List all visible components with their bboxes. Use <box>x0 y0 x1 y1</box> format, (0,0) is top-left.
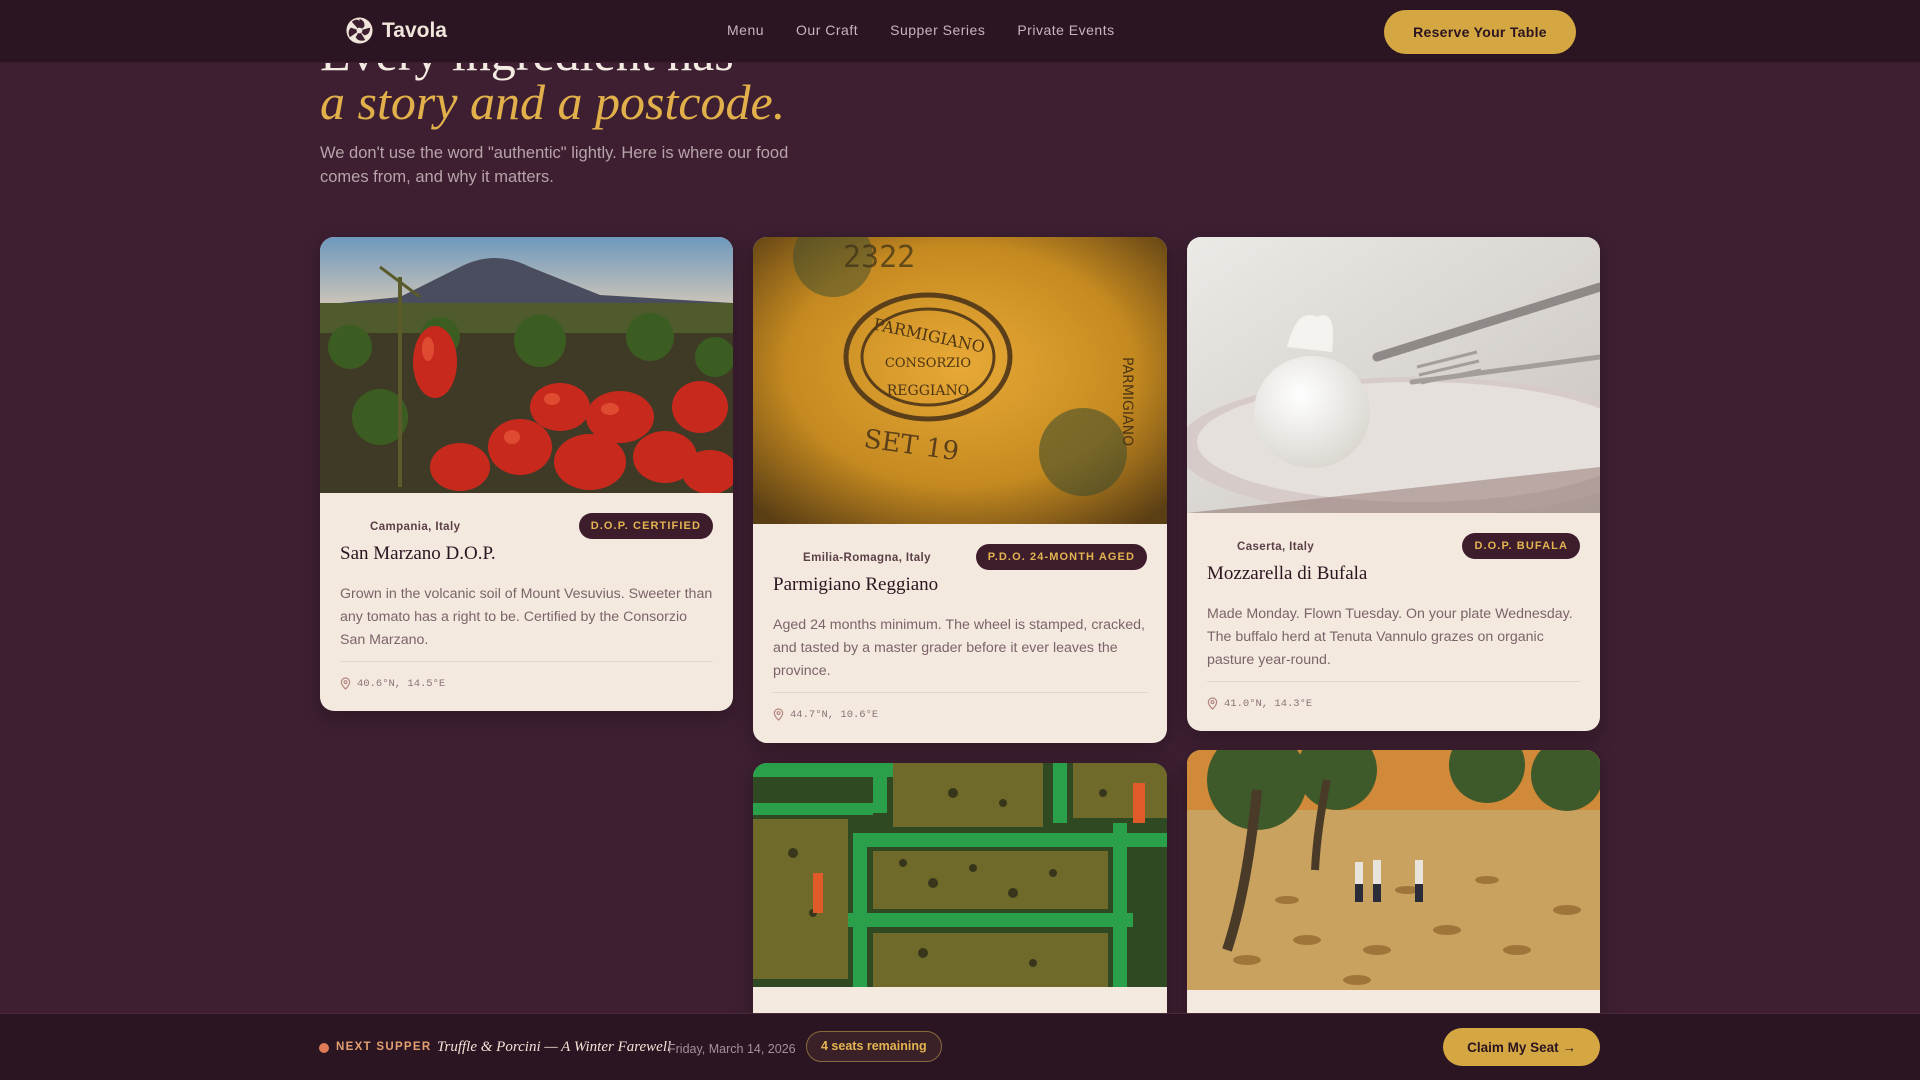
next-supper-title: Truffle & Porcini — A Winter Farewell <box>437 1039 672 1055</box>
nav-link-menu[interactable]: Menu <box>727 22 764 38</box>
card-coordinates: 41.0°N, 14.3°E <box>1207 697 1312 710</box>
card-divider <box>1207 681 1580 682</box>
logo-swirl-icon <box>346 17 373 44</box>
next-supper-bar: NEXT SUPPER Truffle & Porcini — A Winter… <box>0 1013 1920 1080</box>
burrata-plate-image <box>1187 237 1600 513</box>
card-region: Caserta, Italy <box>1237 541 1315 553</box>
coordinates-text: 44.7°N, 10.6°E <box>790 708 879 721</box>
top-navigation: Tavola Menu Our Craft Supper Series Priv… <box>0 0 1920 63</box>
coordinates-text: 40.6°N, 14.5°E <box>357 677 446 690</box>
card-region: Emilia-Romagna, Italy <box>803 552 931 564</box>
ingredient-card-parmigiano[interactable]: PARMIGIANO CONSORZIO REGGIANO SET 19 232… <box>753 237 1167 743</box>
next-supper-label: NEXT SUPPER <box>336 1041 432 1053</box>
svg-text:2322: 2322 <box>843 240 915 275</box>
hero-title-line2: a story and a postcode. <box>320 74 786 130</box>
svg-text:REGGIANO: REGGIANO <box>887 383 970 399</box>
card-divider <box>773 692 1147 693</box>
status-dot-icon <box>319 1043 329 1053</box>
location-pin-icon <box>1207 697 1218 710</box>
ingredient-card-san-marzano[interactable]: Campania, Italy D.O.P. CERTIFIED San Mar… <box>320 237 733 711</box>
olive-grove-image <box>1187 750 1600 990</box>
ingredient-card-mozzarella[interactable]: Caserta, Italy D.O.P. BUFALA Mozzarella … <box>1187 237 1600 731</box>
coordinates-text: 41.0°N, 14.3°E <box>1224 697 1313 710</box>
card-description: Aged 24 months minimum. The wheel is sta… <box>773 617 1145 679</box>
card-divider <box>340 661 713 662</box>
nav-link-our-craft[interactable]: Our Craft <box>796 22 858 38</box>
certification-badge: P.D.O. 24-MONTH AGED <box>975 544 1147 570</box>
olive-crates-image <box>753 763 1167 987</box>
card-title: San Marzano D.O.P. <box>340 543 496 564</box>
claim-seat-button[interactable]: Claim My Seat → <box>1443 1028 1600 1066</box>
brand-name: Tavola <box>382 18 447 42</box>
next-supper-date: Friday, March 14, 2026 <box>668 1042 796 1056</box>
card-title: Parmigiano Reggiano <box>773 574 939 595</box>
svg-text:PARMIGIANO: PARMIGIANO <box>1119 357 1135 446</box>
nav-link-supper-series[interactable]: Supper Series <box>890 22 985 38</box>
certification-badge: D.O.P. CERTIFIED <box>578 513 713 539</box>
card-coordinates: 40.6°N, 14.5°E <box>340 677 445 690</box>
svg-text:CONSORZIO: CONSORZIO <box>885 356 971 371</box>
brand-logo[interactable]: Tavola <box>345 16 447 45</box>
card-coordinates: 44.7°N, 10.6°E <box>773 708 878 721</box>
card-title: Mozzarella di Bufala <box>1207 563 1368 584</box>
tomato-field-image <box>320 237 733 493</box>
hero-subtitle: We don't use the word "authentic" lightl… <box>320 144 789 186</box>
seats-remaining-badge: 4 seats remaining <box>806 1031 942 1062</box>
parmigiano-wheel-image: PARMIGIANO CONSORZIO REGGIANO SET 19 232… <box>753 237 1167 524</box>
reserve-table-button[interactable]: Reserve Your Table <box>1384 10 1576 54</box>
nav-link-private-events[interactable]: Private Events <box>1017 22 1114 38</box>
card-description: Made Monday. Flown Tuesday. On your plat… <box>1207 606 1573 668</box>
card-description: Grown in the volcanic soil of Mount Vesu… <box>340 586 713 648</box>
location-pin-icon <box>773 708 784 721</box>
location-pin-icon <box>340 677 351 690</box>
certification-badge: D.O.P. BUFALA <box>1462 533 1580 559</box>
card-region: Campania, Italy <box>370 521 461 533</box>
nav-links: Menu Our Craft Supper Series Private Eve… <box>727 22 1115 38</box>
